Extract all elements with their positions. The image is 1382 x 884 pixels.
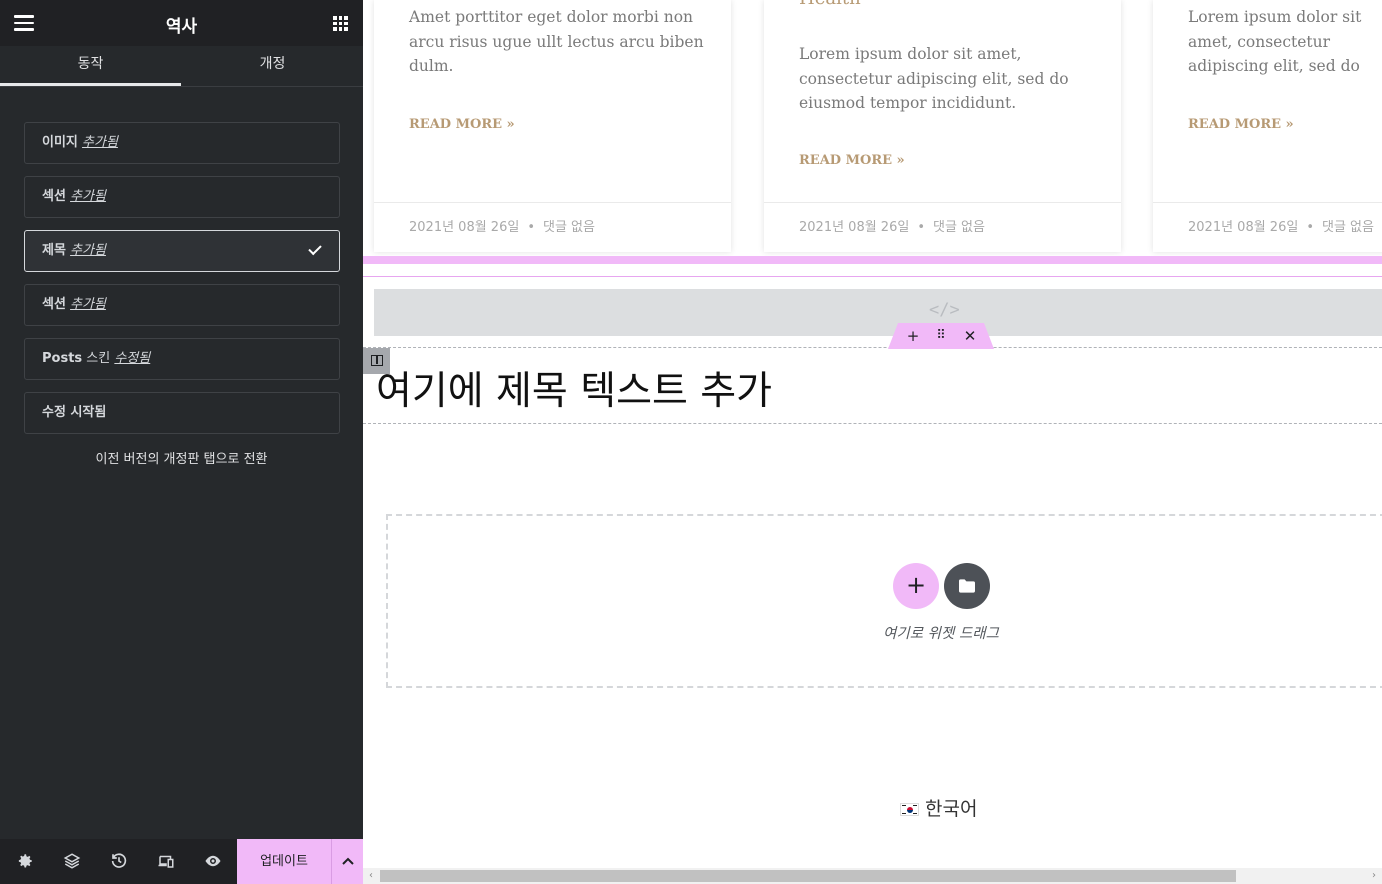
add-section-icon[interactable]: + [902, 326, 924, 346]
history-item-action: 수정됨 [114, 351, 151, 366]
tab-actions[interactable]: 동작 [0, 46, 181, 86]
history-item-title: 제목 [42, 243, 66, 258]
post-date: 2021년 08월 26일 [1188, 220, 1299, 235]
column-outline-bottom [363, 423, 1382, 424]
history-item-title: 수정 시작됨 [42, 405, 107, 420]
check-icon [308, 241, 322, 256]
scroll-right-icon[interactable]: › [1366, 868, 1382, 884]
post-comments[interactable]: 댓글 없음 [933, 220, 985, 235]
history-item[interactable]: 섹션 추가됨 [24, 284, 340, 326]
korea-flag-icon [900, 803, 919, 816]
history-item-title: 섹션 [42, 297, 66, 312]
post-meta: 2021년 08월 26일 • 댓글 없음 [764, 202, 1121, 252]
history-item-action: 추가됨 [70, 243, 106, 258]
update-options-button[interactable] [331, 839, 363, 884]
scrollbar-thumb[interactable] [380, 870, 1236, 882]
drag-handle-icon[interactable]: ⠿ [930, 326, 952, 346]
widget-drop-zone[interactable] [386, 514, 1382, 688]
history-item[interactable]: 섹션 추가됨 [24, 176, 340, 218]
history-item-action: 추가됨 [70, 189, 106, 204]
post-card: Health Lorem ipsum dolor sit amet, conse… [764, 0, 1121, 252]
history-item[interactable]: 이미지 추가됨 [24, 122, 340, 164]
selected-section-border [363, 256, 1382, 264]
history-item-title: Posts [42, 351, 83, 366]
post-title[interactable]: Health [799, 0, 861, 9]
panel-tabs: 동작 개정 [0, 46, 363, 87]
panel-footer: 업데이트 [0, 839, 363, 884]
panel-header: 역사 [0, 0, 363, 46]
post-excerpt-full: Lorem ipsum dolor sit amet, consectetur … [1188, 8, 1362, 75]
panel-title: 역사 [165, 17, 198, 37]
horizontal-scrollbar[interactable]: ‹ › [363, 868, 1382, 884]
editor-app: 역사 동작 개정 이미지 추가됨 섹션 추가됨 제목 추가됨 섹션 추가됨 Po… [0, 0, 1382, 884]
section-divider [363, 276, 1382, 277]
post-excerpt: Amet porttitor eget dolor morbi non arcu… [409, 8, 704, 75]
column-outline-top [363, 347, 1382, 348]
delete-section-icon[interactable]: ✕ [959, 326, 981, 346]
history-item-action: 추가됨 [82, 135, 118, 150]
section-handle: + ⠿ ✕ [888, 323, 994, 349]
drop-zone-hint: 여기로 위젯 드래그 [883, 626, 999, 642]
read-more-link[interactable]: READ MORE » [409, 117, 515, 132]
tab-revisions[interactable]: 개정 [182, 46, 363, 86]
history-item-subtitle: 스킨 [86, 351, 111, 366]
update-button[interactable]: 업데이트 [237, 839, 331, 884]
history-item-action: 추가됨 [70, 297, 106, 312]
post-card: Lorem ipsum dolor sit amet, consectetur … [1153, 0, 1382, 252]
heading-widget[interactable]: 여기에 제목 텍스트 추가 [376, 360, 772, 416]
language-switcher[interactable]: 한국어 [900, 794, 977, 821]
history-item-title: 이미지 [42, 135, 78, 150]
post-date: 2021년 08월 26일 [409, 220, 520, 235]
history-item-current[interactable]: 제목 추가됨 [24, 230, 340, 272]
read-more-link[interactable]: READ MORE » [799, 153, 905, 168]
history-icon[interactable] [110, 852, 128, 870]
history-list: 이미지 추가됨 섹션 추가됨 제목 추가됨 섹션 추가됨 Posts 스킨 수정… [24, 122, 340, 446]
post-comments[interactable]: 댓글 없음 [543, 220, 595, 235]
post-comments[interactable]: 댓글 없음 [1322, 220, 1374, 235]
folder-icon [959, 579, 975, 593]
history-item-title: 섹션 [42, 189, 66, 204]
switch-to-revisions-link[interactable]: 이전 버전의 개정판 탭으로 전환 [0, 448, 363, 467]
responsive-icon[interactable] [157, 852, 175, 870]
post-card: Amet porttitor eget dolor morbi non arcu… [374, 0, 731, 252]
post-date: 2021년 08월 26일 [799, 220, 910, 235]
post-excerpt: Lorem ipsum dolor sit amet, consectetur … [799, 45, 1069, 112]
add-new-section-button[interactable]: + [893, 563, 939, 609]
post-meta: 2021년 08월 26일 • 댓글 없음 [374, 202, 731, 252]
preview-canvas: Amet porttitor eget dolor morbi non arcu… [363, 0, 1382, 884]
read-more-link[interactable]: READ MORE » [1188, 117, 1294, 132]
history-item[interactable]: Posts 스킨 수정됨 [24, 338, 340, 380]
settings-icon[interactable] [16, 852, 34, 870]
history-panel: 역사 동작 개정 이미지 추가됨 섹션 추가됨 제목 추가됨 섹션 추가됨 Po… [0, 0, 363, 884]
post-meta: 2021년 08월 26일 • 댓글 없음 [1153, 202, 1382, 252]
history-item[interactable]: 수정 시작됨 [24, 392, 340, 434]
scroll-left-icon[interactable]: ‹ [363, 868, 379, 884]
chevron-up-icon [342, 857, 354, 865]
preview-icon[interactable] [204, 852, 222, 870]
widgets-grid-icon[interactable] [333, 16, 348, 31]
layers-icon[interactable] [63, 852, 81, 870]
template-library-button[interactable] [944, 563, 990, 609]
language-label: 한국어 [925, 798, 978, 820]
html-widget[interactable]: </> [374, 289, 1382, 336]
code-icon: </> [929, 300, 960, 320]
